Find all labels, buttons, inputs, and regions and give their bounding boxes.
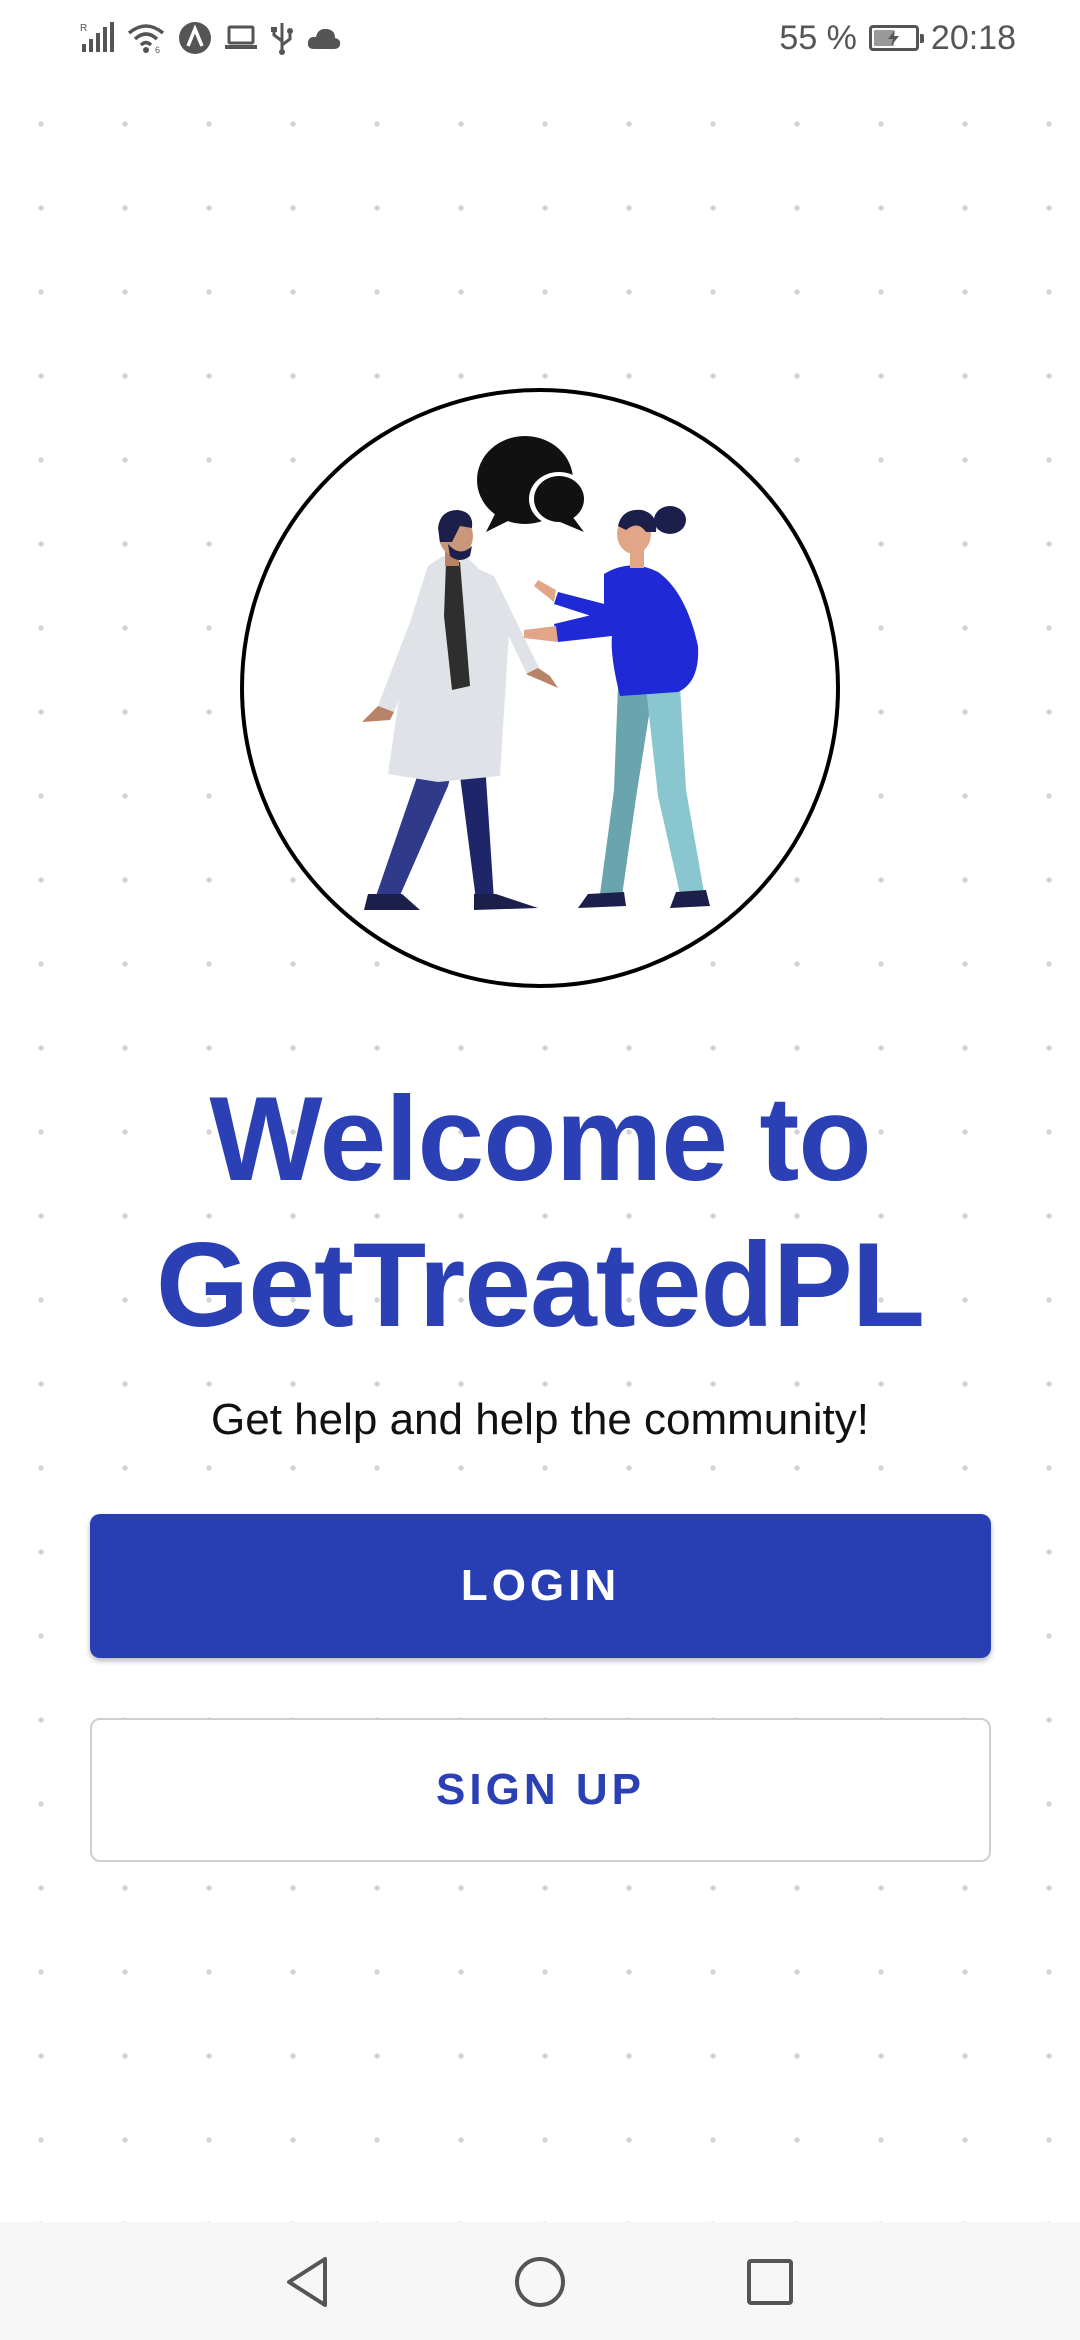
svg-text:R: R <box>80 23 87 34</box>
tagline: Get help and help the community! <box>211 1395 869 1444</box>
svg-text:6: 6 <box>155 45 160 54</box>
recents-icon[interactable] <box>744 2256 796 2308</box>
battery-icon <box>868 25 924 51</box>
home-icon[interactable] <box>514 2256 566 2308</box>
app-notification-icon <box>178 21 212 55</box>
login-button[interactable]: LOGIN <box>90 1514 991 1658</box>
battery-nub <box>919 34 924 43</box>
doctor-patient-illustration <box>238 386 842 990</box>
status-bar: R 6 55 % 20:18 <box>0 0 1080 76</box>
usb-icon <box>270 21 294 55</box>
welcome-title-line2: GetTreatedPL <box>155 1218 925 1352</box>
wifi-icon: 6 <box>126 22 166 54</box>
welcome-title-line1: Welcome to <box>209 1072 871 1206</box>
back-icon[interactable] <box>282 2256 334 2308</box>
status-icons: R 6 <box>80 18 342 58</box>
cloud-icon <box>306 25 342 51</box>
navigation-bar <box>0 2222 1080 2340</box>
laptop-icon <box>224 24 258 52</box>
signal-icon: R <box>80 22 114 54</box>
status-right: 55 % 20:18 <box>779 18 1016 58</box>
welcome-title: Welcome to GetTreatedPL <box>0 1066 1080 1358</box>
clock: 20:18 <box>930 18 1016 57</box>
signup-button[interactable]: SIGN UP <box>90 1718 991 1862</box>
battery-text: 55 % <box>779 18 857 57</box>
app-screen: R 6 55 % 20:18 Welcome to GetTreatedPL G… <box>0 0 1080 2340</box>
